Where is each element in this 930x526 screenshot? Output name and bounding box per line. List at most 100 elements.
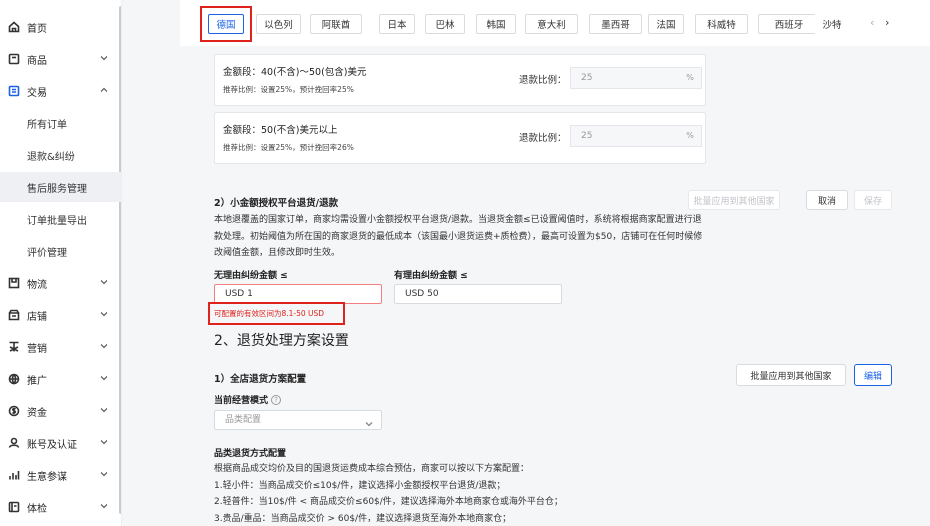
category-config-lines: 根据商品成交均价及目的国退货运费成本综合预估，商家可以按以下方案配置： 1.轻小… [214, 464, 563, 524]
app-root: 首页 商品 交易 所有订单 退款&纠纷 售后服务管理 订单批量导出 评价管理 物… [0, 0, 930, 526]
chevron-down-icon [100, 470, 108, 478]
tier-hint: 推荐比例：设置25%，预计挽回率25% [223, 85, 354, 94]
sidebar-sub-label: 评价管理 [27, 247, 67, 259]
tier-card-40-50: 金额段：40(不含)～50(包含)美元 推荐比例：设置25%，预计挽回率25% … [214, 54, 706, 106]
percent-unit: % [686, 73, 694, 82]
country-tab-bar: 德国 以色列 阿联酋 日本 巴林 韩国 意大利 墨西哥 法国 科威特 西班牙 沙… [180, 0, 930, 46]
save-button[interactable]: 保存 [854, 190, 892, 210]
sidebar-item-funds[interactable]: 资金 [0, 396, 121, 426]
batch-apply-return-button[interactable]: 批量应用到其他国家 [736, 364, 846, 386]
sidebar-sub-label: 订单批量导出 [27, 215, 87, 227]
sidebar: 首页 商品 交易 所有订单 退款&纠纷 售后服务管理 订单批量导出 评价管理 物… [0, 0, 122, 526]
tier-card-50-plus: 金额段：50(不含)美元以上 推荐比例：设置25%，预计挽回率26% 退款比例：… [214, 112, 706, 164]
logistics-icon [7, 276, 21, 290]
chevron-down-icon [100, 406, 108, 414]
sidebar-item-label: 商品 [27, 55, 47, 67]
product-icon [7, 52, 21, 66]
sidebar-item-checkup[interactable]: 体检 [0, 492, 121, 522]
funds-icon [7, 404, 21, 418]
sidebar-item-transaction[interactable]: 交易 [0, 76, 121, 106]
sidebar-sub-label: 售后服务管理 [27, 183, 87, 195]
tab-country-saudi[interactable]: 沙特 [814, 14, 850, 34]
sidebar-sub-reviews[interactable]: 评价管理 [0, 236, 121, 266]
promotion-icon [7, 372, 21, 386]
chevron-down-icon [100, 438, 108, 446]
ratio-label: 退款比例： [519, 133, 567, 144]
chevron-up-icon [100, 86, 108, 94]
highlight-box-error [208, 302, 345, 325]
sidebar-item-store[interactable]: 店铺 [0, 300, 121, 330]
sidebar-sub-refunds[interactable]: 退款&纠纷 [0, 140, 121, 170]
ratio-input[interactable]: 25% [570, 67, 702, 89]
highlight-box-country [200, 6, 252, 42]
sidebar-item-label: 首页 [27, 23, 47, 35]
operating-mode-select[interactable]: 品类配置 [214, 410, 382, 430]
operating-mode-label: 当前经营模式? [214, 393, 282, 406]
chevron-down-icon [100, 310, 108, 318]
chevron-down-icon [365, 417, 373, 427]
chevron-down-icon [100, 278, 108, 286]
sidebar-item-label: 物流 [27, 279, 47, 291]
chevron-down-icon [100, 374, 108, 382]
batch-apply-button[interactable]: 批量应用到其他国家 [688, 190, 780, 210]
tab-country-israel[interactable]: 以色列 [256, 14, 301, 34]
return-plan-title: 1）全店退货方案配置 [214, 374, 307, 385]
tier-hint: 推荐比例：设置25%，预计挽回率26% [223, 143, 354, 152]
sidebar-sub-after-sales[interactable]: 售后服务管理 [0, 172, 121, 202]
small-amount-title: 2）小金额授权平台退货/退款 [214, 198, 339, 209]
analytics-icon [7, 468, 21, 482]
small-amount-description: 本地退覆盖的国家订单，商家均需设置小金额授权平台退货/退款。当退货金额≤已设置阈… [214, 215, 703, 258]
chevron-down-icon [100, 502, 108, 510]
tab-country-spain[interactable]: 西班牙 [758, 14, 820, 34]
tab-country-korea[interactable]: 韩国 [476, 14, 516, 34]
reason-amount-input[interactable]: USD 50 [394, 284, 562, 304]
sidebar-item-label: 推广 [27, 375, 47, 387]
tab-country-france[interactable]: 法国 [648, 14, 684, 34]
chevron-left-icon[interactable]: ‹ [870, 16, 874, 29]
store-icon [7, 308, 21, 322]
edit-button[interactable]: 编辑 [854, 364, 892, 386]
sidebar-item-label: 店铺 [27, 311, 47, 323]
ratio-input[interactable]: 25% [570, 125, 702, 147]
sidebar-item-label: 营销 [27, 343, 47, 355]
sidebar-item-product[interactable]: 商品 [0, 44, 121, 74]
sidebar-item-marketing[interactable]: 营销 [0, 332, 121, 362]
percent-unit: % [686, 131, 694, 140]
sidebar-item-label: 交易 [27, 87, 47, 99]
category-config-title: 品类退货方式配置 [214, 449, 287, 459]
sidebar-item-label: 资金 [27, 407, 47, 419]
sidebar-item-analytics[interactable]: 生意参谋 [0, 460, 121, 490]
transaction-icon [7, 84, 21, 98]
sidebar-item-promotion[interactable]: 推广 [0, 364, 121, 394]
sidebar-item-label: 账号及认证 [27, 439, 77, 451]
tab-country-bahrain[interactable]: 巴林 [425, 14, 465, 34]
sidebar-sub-all-orders[interactable]: 所有订单 [0, 108, 121, 138]
home-icon [7, 20, 21, 34]
tab-country-mexico[interactable]: 墨西哥 [589, 14, 642, 34]
tier-range: 金额段：40(不含)～50(包含)美元 [223, 67, 367, 78]
main-content: 德国 以色列 阿联酋 日本 巴林 韩国 意大利 墨西哥 法国 科威特 西班牙 沙… [180, 0, 930, 526]
tab-country-uae[interactable]: 阿联酋 [310, 14, 362, 34]
tier-range: 金额段：50(不含)美元以上 [223, 125, 338, 136]
tab-country-japan[interactable]: 日本 [379, 14, 415, 34]
account-icon [7, 436, 21, 450]
no-reason-label: 无理由纠纷金额 ≤ [214, 271, 288, 281]
checkup-icon [7, 500, 21, 514]
no-reason-amount-input[interactable]: USD 1 [214, 284, 382, 304]
sidebar-sub-label: 退款&纠纷 [27, 151, 75, 163]
ratio-label: 退款比例： [519, 75, 567, 86]
chevron-right-icon[interactable]: › [885, 16, 889, 29]
sidebar-sub-label: 所有订单 [27, 119, 67, 131]
sidebar-item-label: 生意参谋 [27, 471, 67, 483]
sidebar-item-home[interactable]: 首页 [0, 12, 121, 42]
help-icon[interactable]: ? [271, 395, 282, 405]
sidebar-sub-batch-export[interactable]: 订单批量导出 [0, 204, 121, 234]
tab-country-kuwait[interactable]: 科威特 [695, 14, 748, 34]
chevron-down-icon [100, 342, 108, 350]
reason-label: 有理由纠纷金额 ≤ [394, 271, 468, 281]
cancel-button[interactable]: 取消 [806, 190, 848, 210]
sidebar-item-logistics[interactable]: 物流 [0, 268, 121, 298]
sidebar-item-account[interactable]: 账号及认证 [0, 428, 121, 458]
tab-country-italy[interactable]: 意大利 [525, 14, 578, 34]
sidebar-item-label: 体检 [27, 503, 47, 515]
